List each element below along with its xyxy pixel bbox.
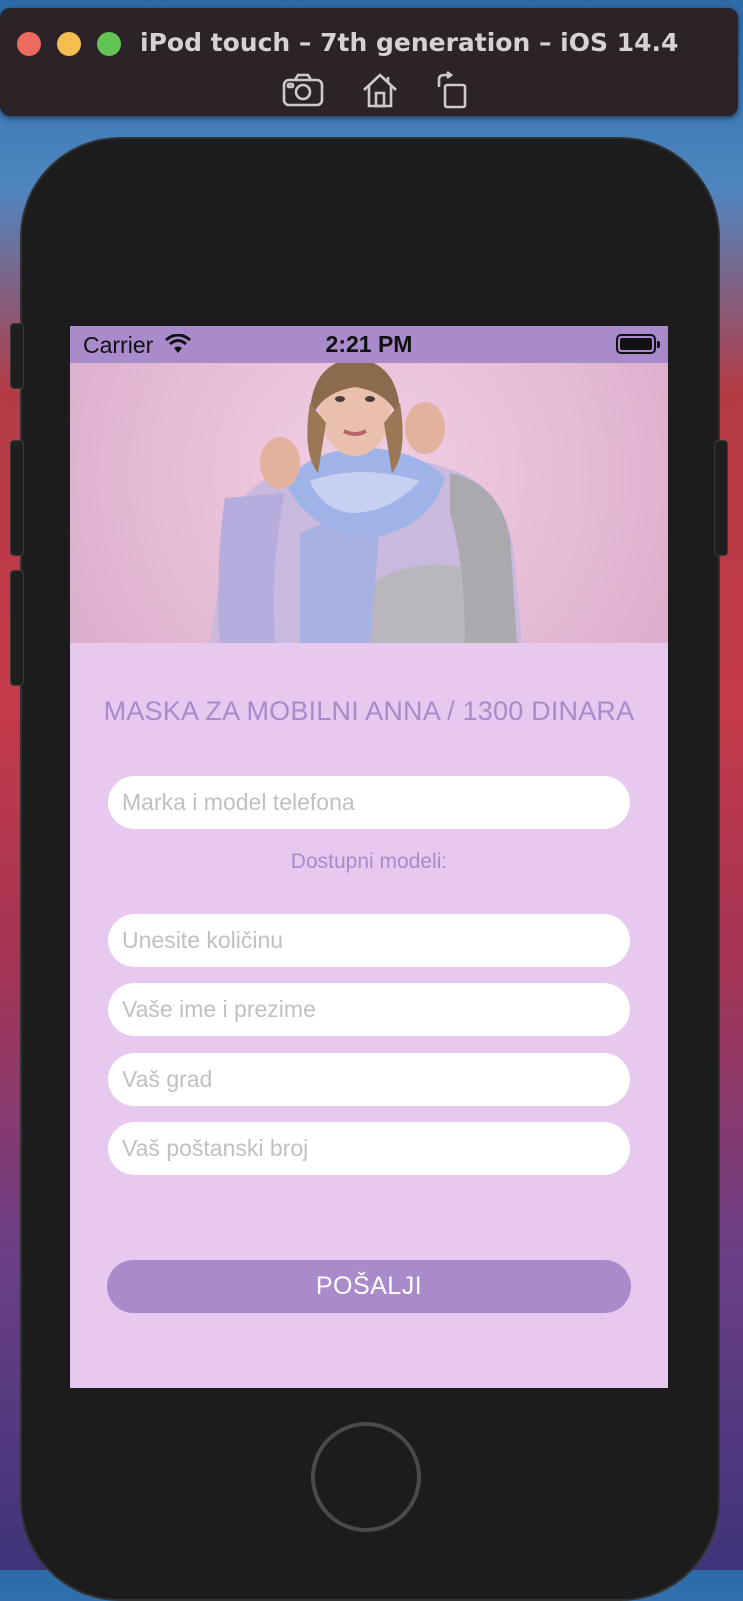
device-home-button[interactable]: [311, 1422, 421, 1532]
simulator-title: iPod touch – 7th generation – iOS 14.4: [140, 28, 679, 57]
battery-icon: [616, 334, 660, 354]
simulator-title-bar: iPod touch – 7th generation – iOS 14.4: [0, 8, 738, 116]
home-icon: [363, 73, 397, 108]
minimize-window-button[interactable]: [57, 32, 81, 56]
camera-icon: [282, 73, 324, 107]
phone-model-input[interactable]: [108, 776, 630, 829]
submit-button[interactable]: POŠALJI: [107, 1260, 631, 1313]
status-bar: Carrier 2:21 PM: [70, 326, 668, 363]
close-window-button[interactable]: [17, 32, 41, 56]
screenshot-button[interactable]: [280, 70, 326, 110]
quantity-input[interactable]: [108, 914, 630, 967]
rotate-button[interactable]: [430, 70, 476, 110]
mute-switch: [10, 323, 24, 389]
home-toolbar-button[interactable]: [357, 70, 403, 110]
status-time: 2:21 PM: [325, 331, 413, 357]
city-input[interactable]: [108, 1053, 630, 1106]
app-screen: Carrier 2:21 PM MASKA ZA MOBILNI ANNA / …: [70, 326, 668, 1388]
postal-code-input[interactable]: [108, 1122, 630, 1175]
volume-up-button: [10, 440, 24, 556]
zoom-window-button[interactable]: [97, 32, 121, 56]
available-models-label: Dostupni modeli:: [290, 850, 448, 873]
product-image: [70, 363, 668, 643]
volume-down-button: [10, 570, 24, 686]
model-photo: [210, 363, 522, 643]
rotate-icon: [437, 71, 467, 109]
power-button: [714, 440, 728, 556]
full-name-input[interactable]: [108, 983, 630, 1036]
product-title: MASKA ZA MOBILNI ANNA / 1300 DINARA: [103, 696, 635, 726]
